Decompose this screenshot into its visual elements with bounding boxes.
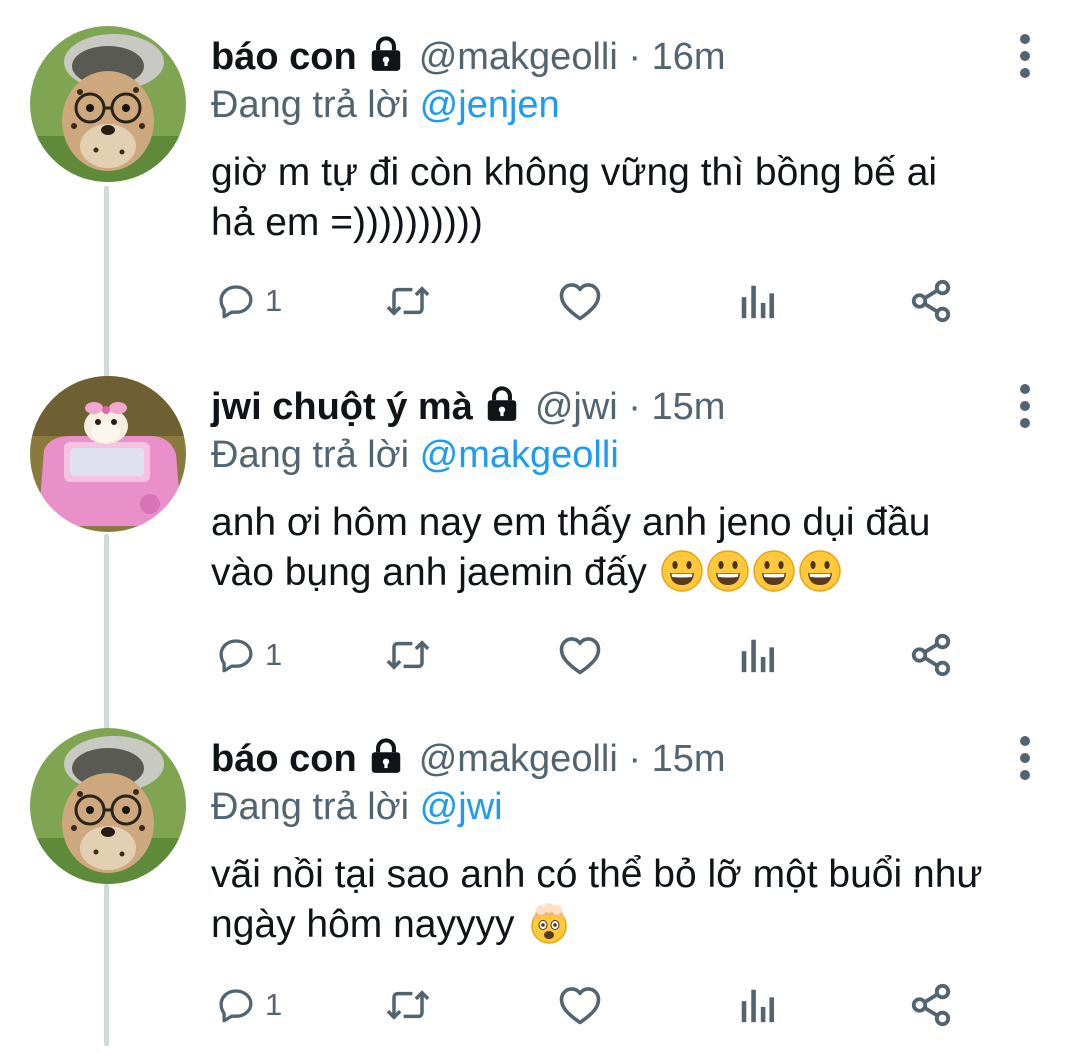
more-options-icon[interactable]	[1018, 735, 1032, 781]
exploding-head-emoji	[527, 901, 571, 958]
tweet-actions: 1	[211, 630, 971, 680]
reply-mention-link[interactable]: @makgeolli	[420, 434, 619, 476]
timestamp[interactable]: 15m	[652, 386, 726, 428]
separator-dot: ·	[628, 36, 641, 78]
reply-icon	[219, 285, 253, 319]
tweet-text: giờ m tự đi còn không vững thì bồng bế a…	[211, 148, 1051, 248]
replying-to: Đang trả lời @jwi	[211, 782, 503, 832]
retweet-button[interactable]	[383, 980, 433, 1030]
reply-mention-link[interactable]: @jwi	[420, 786, 503, 828]
share-icon	[911, 633, 951, 677]
avatar[interactable]	[30, 26, 186, 182]
separator-dot: ·	[628, 386, 641, 428]
timestamp[interactable]: 15m	[652, 738, 726, 780]
reply-count: 1	[265, 283, 283, 318]
timestamp[interactable]: 16m	[652, 36, 726, 78]
reply-button[interactable]: 1	[215, 276, 282, 326]
tweet-text-line: anh ơi hôm nay em thấy anh jeno dụi đầu	[211, 501, 931, 544]
reply-thread: báo con @makgeolli · 16m Đang trả lời @je…	[0, 0, 1080, 1046]
more-options-icon[interactable]	[1018, 383, 1032, 429]
like-button[interactable]	[557, 630, 603, 680]
reply-button[interactable]: 1	[215, 980, 282, 1030]
reply-count: 1	[265, 987, 283, 1022]
cheetah-cub-avatar-icon	[30, 728, 186, 884]
tweet[interactable]: báo con @makgeolli · 16m Đang trả lời @je…	[0, 0, 1080, 352]
tweet-actions: 1	[211, 980, 971, 1030]
retweet-icon	[386, 286, 430, 316]
reply-mention-link[interactable]: @jenjen	[420, 84, 560, 126]
like-icon	[559, 637, 601, 675]
reply-count: 1	[265, 637, 283, 672]
replying-to-label: Đang trả lời	[211, 84, 410, 126]
tweet-header: báo con @makgeolli · 15m	[211, 734, 990, 784]
analytics-button[interactable]	[737, 980, 777, 1030]
like-button[interactable]	[557, 980, 603, 1030]
share-icon	[911, 279, 951, 323]
user-handle[interactable]: @jwi	[535, 386, 618, 428]
retweet-icon	[386, 640, 430, 670]
retweet-button[interactable]	[383, 276, 433, 326]
replying-to: Đang trả lời @jenjen	[211, 80, 560, 130]
tweet-text-line: vào bụng anh jaemin đấy	[211, 551, 647, 594]
tweet[interactable]: jwi chuột ý mà @jwi · 15m Đang trả lời @m…	[0, 350, 1080, 702]
reply-button[interactable]: 1	[215, 630, 282, 680]
tweet-text-line: vãi nồi tại sao anh có thể bỏ lỡ một buổ…	[211, 853, 983, 896]
display-name[interactable]: báo con	[211, 738, 357, 780]
retweet-icon	[386, 990, 430, 1020]
share-icon	[911, 983, 951, 1027]
avatar[interactable]	[30, 376, 186, 532]
user-handle[interactable]: @makgeolli	[419, 36, 618, 78]
hamster-in-pink-car-avatar-icon	[30, 376, 186, 532]
tweet-header: jwi chuột ý mà @jwi · 15m	[211, 382, 990, 432]
replying-to: Đang trả lời @makgeolli	[211, 430, 619, 480]
display-name[interactable]: báo con	[211, 36, 357, 78]
share-button[interactable]	[908, 276, 954, 326]
analytics-icon	[741, 285, 774, 319]
avatar[interactable]	[30, 728, 186, 884]
tweet-header: báo con @makgeolli · 16m	[211, 32, 990, 82]
grinning-face-emoji	[660, 549, 704, 606]
tweet-text: vãi nồi tại sao anh có thể bỏ lỡ một buổ…	[211, 850, 1051, 958]
retweet-button[interactable]	[383, 630, 433, 680]
grinning-face-emoji	[706, 549, 750, 606]
share-button[interactable]	[908, 630, 954, 680]
replying-to-label: Đang trả lời	[211, 786, 410, 828]
cheetah-cub-avatar-icon	[30, 26, 186, 182]
grinning-face-emoji	[798, 549, 842, 606]
reply-icon	[219, 639, 253, 673]
reply-icon	[219, 989, 253, 1023]
tweet-actions: 1	[211, 276, 971, 326]
analytics-button[interactable]	[737, 630, 777, 680]
user-handle[interactable]: @makgeolli	[419, 738, 618, 780]
share-button[interactable]	[908, 980, 954, 1030]
like-icon	[559, 987, 601, 1025]
tweet-text-line: hả em =))))))))))	[211, 201, 483, 244]
analytics-button[interactable]	[737, 276, 777, 326]
like-icon	[559, 283, 601, 321]
separator-dot: ·	[628, 738, 641, 780]
tweet-text-line: giờ m tự đi còn không vững thì bồng bế a…	[211, 151, 938, 194]
analytics-icon	[741, 989, 774, 1023]
tweet[interactable]: báo con @makgeolli · 15m Đang trả lời @jw…	[0, 702, 1080, 1054]
grinning-face-emoji	[752, 549, 796, 606]
tweet-text-line: ngày hôm nayyyy	[211, 903, 515, 946]
analytics-icon	[741, 639, 774, 673]
like-button[interactable]	[557, 276, 603, 326]
replying-to-label: Đang trả lời	[211, 434, 410, 476]
display-name[interactable]: jwi chuột ý mà	[211, 386, 473, 428]
more-options-icon[interactable]	[1018, 33, 1032, 79]
tweet-text: anh ơi hôm nay em thấy anh jeno dụi đầu …	[211, 498, 1051, 606]
